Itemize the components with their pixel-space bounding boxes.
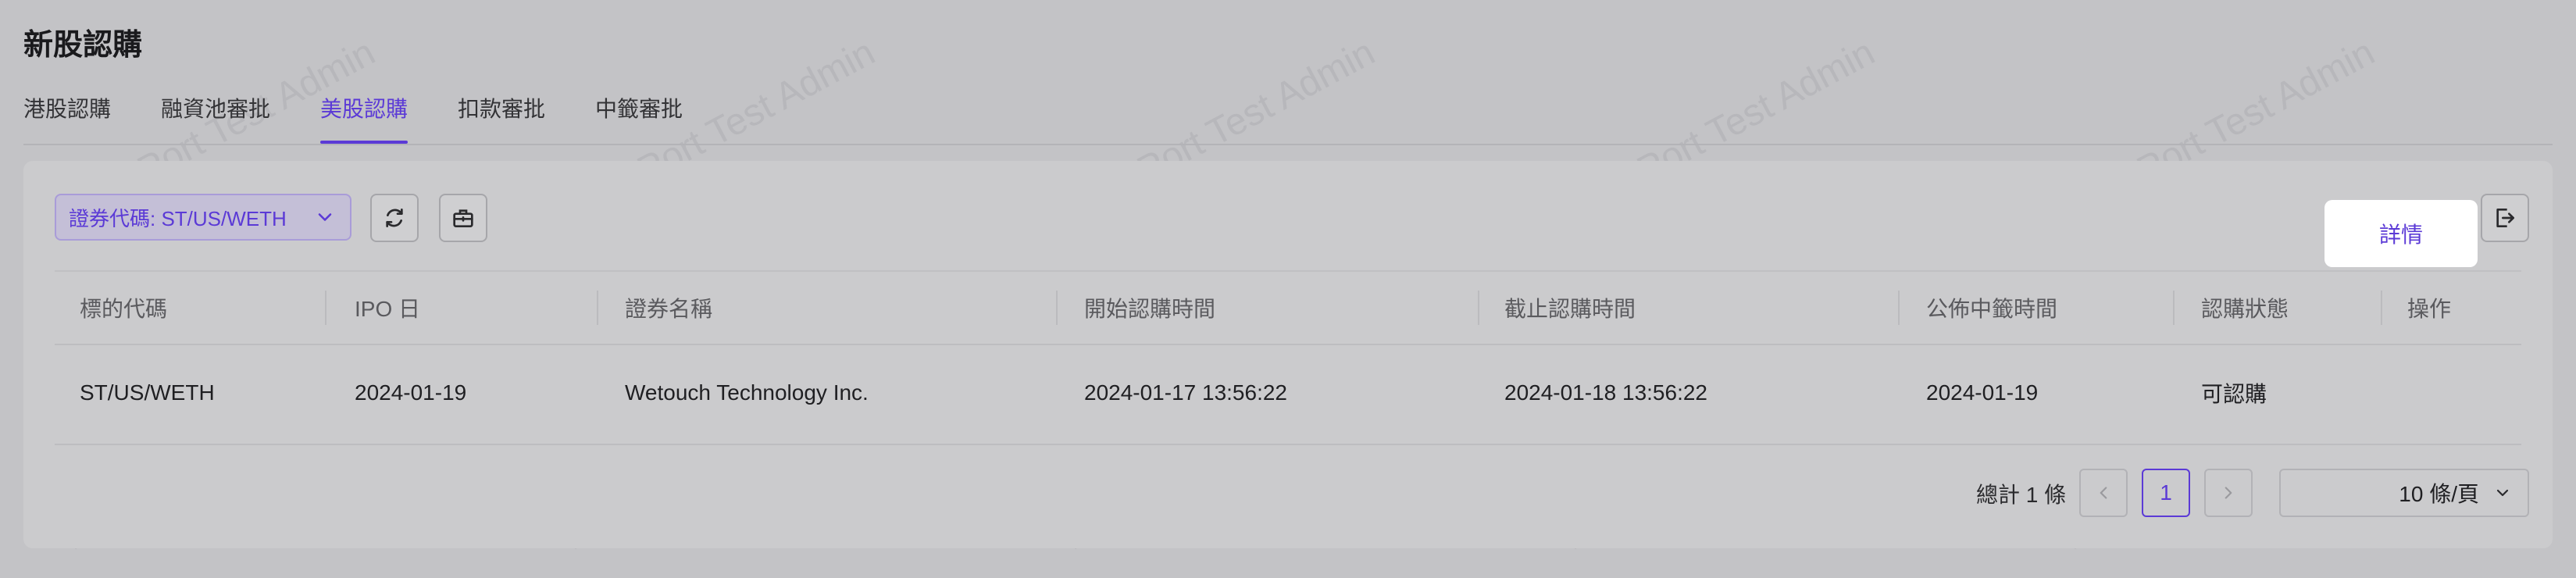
- refresh-button[interactable]: [370, 194, 419, 242]
- cell-code: ST/US/WETH: [80, 380, 215, 405]
- table-row: ST/US/WETH 2024-01-19 Wetouch Technology…: [55, 342, 2521, 445]
- column-header-action: 操作: [2407, 297, 2452, 321]
- column-header-status: 認購狀態: [2201, 297, 2289, 321]
- page-title: 新股認購: [23, 29, 143, 62]
- table-header: 標的代碼 IPO 日 證券名稱 開始認購時間 截止認購時間 公佈中籤時間 認購狀…: [55, 270, 2521, 345]
- export-button[interactable]: [2481, 194, 2529, 242]
- tab-allotment-approval[interactable]: 中籤審批: [595, 92, 683, 142]
- column-header-announce-time: 公佈中籤時間: [1926, 297, 2058, 321]
- status-badge: 可認購: [2201, 382, 2267, 406]
- column-divider: [1478, 291, 1479, 325]
- tab-us-subscription[interactable]: 美股認購: [320, 92, 409, 144]
- tab-deduction-approval[interactable]: 扣款審批: [458, 92, 545, 142]
- chevron-down-icon: [2496, 489, 2509, 497]
- tab-hk-subscription[interactable]: 港股認購: [23, 92, 111, 142]
- column-divider: [1898, 291, 1900, 325]
- column-header-end-time: 截止認購時間: [1504, 297, 1636, 321]
- security-code-filter[interactable]: 證券代碼: ST/US/WETH: [55, 194, 351, 241]
- tab-financing-pool-approval[interactable]: 融資池審批: [161, 92, 270, 142]
- column-header-code: 標的代碼: [80, 297, 168, 321]
- pagination-total: 總計 1 條: [1976, 483, 2067, 507]
- chevron-right-icon: [2225, 487, 2232, 499]
- refresh-icon: [386, 209, 403, 227]
- column-header-security-name: 證券名稱: [625, 297, 713, 321]
- cell-announce-date: 2024-01-19: [1926, 380, 2039, 405]
- column-divider: [2173, 291, 2175, 325]
- toolbox-icon: [453, 209, 473, 227]
- cell-ipo-date: 2024-01-19: [355, 380, 467, 405]
- export-icon: [2496, 209, 2514, 227]
- detail-button[interactable]: 詳情: [2324, 200, 2478, 267]
- pagination-next-button[interactable]: [2204, 469, 2253, 517]
- column-divider: [597, 291, 598, 325]
- column-header-ipo-date: IPO 日: [355, 297, 421, 321]
- pagination-page-1[interactable]: 1: [2142, 469, 2190, 517]
- chevron-left-icon: [2100, 487, 2107, 499]
- page-size-select[interactable]: 10 條/頁: [2279, 469, 2529, 517]
- column-divider: [325, 291, 326, 325]
- chevron-down-icon: [318, 213, 332, 221]
- page-size-label: 10 條/頁: [2399, 482, 2479, 506]
- filter-label: 證券代碼: ST/US/WETH: [69, 206, 287, 230]
- cell-security-name: Wetouch Technology Inc.: [625, 380, 869, 405]
- tab-bar: 港股認購 融資池審批 美股認購 扣款審批 中籤審批: [23, 87, 2553, 145]
- column-header-start-time: 開始認購時間: [1084, 297, 1216, 321]
- cell-end-time: 2024-01-18 13:56:22: [1504, 380, 1707, 405]
- toolbox-button[interactable]: [439, 194, 487, 242]
- column-divider: [1056, 291, 1058, 325]
- cell-start-time: 2024-01-17 13:56:22: [1084, 380, 1287, 405]
- pagination-prev-button[interactable]: [2079, 469, 2128, 517]
- column-divider: [2381, 291, 2382, 325]
